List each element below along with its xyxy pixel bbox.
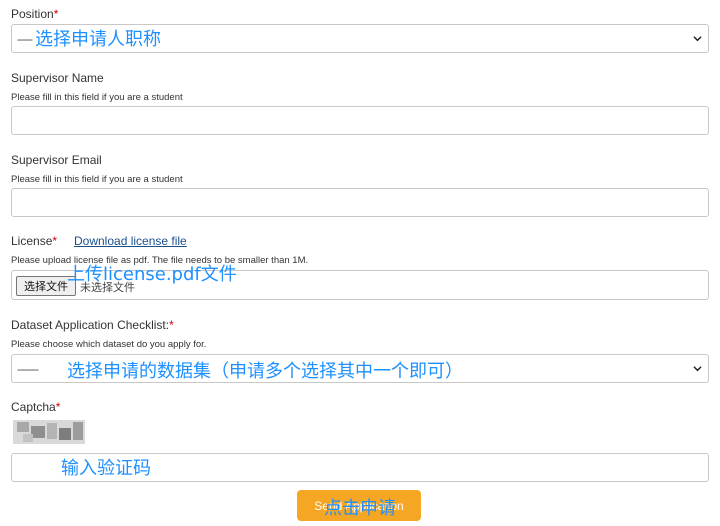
chevron-down-icon [693,36,702,42]
captcha-image [13,420,85,444]
checklist-annotation: 选择申请的数据集（申请多个选择其中一个即可） [67,361,463,382]
captcha-annotation: 输入验证码 [61,458,151,479]
download-license-link[interactable]: Download license file [74,234,187,248]
position-label: Position* [11,7,58,21]
captcha-label: Captcha* [11,400,60,414]
dataset-selected-value: ------- [17,361,39,376]
checklist-label-text: Dataset Application Checklist: [11,318,170,332]
required-mark: * [169,318,174,332]
supervisor-email-hint: Please fill in this field if you are a s… [11,174,183,185]
checklist-label: Dataset Application Checklist:* [11,318,174,332]
position-selected-value: ----- [17,31,33,46]
checklist-hint: Please choose which dataset do you apply… [11,339,207,350]
submit-annotation: 点击申请 [324,498,396,519]
required-mark: * [55,400,61,414]
supervisor-email-input[interactable] [11,188,709,217]
license-annotation: 上传license.pdf文件 [67,264,237,285]
position-label-text: Position [11,7,54,21]
license-label: License* [11,234,57,248]
required-mark: * [52,234,58,248]
position-annotation: 选择申请人职称 [35,29,161,50]
supervisor-email-label: Supervisor Email [11,153,102,167]
supervisor-name-input[interactable] [11,106,709,135]
required-mark: * [53,7,59,21]
chevron-down-icon [693,366,702,372]
supervisor-name-hint: Please fill in this field if you are a s… [11,92,183,103]
captcha-label-text: Captcha [11,400,56,414]
license-label-text: License [11,234,53,248]
supervisor-name-label: Supervisor Name [11,71,104,85]
